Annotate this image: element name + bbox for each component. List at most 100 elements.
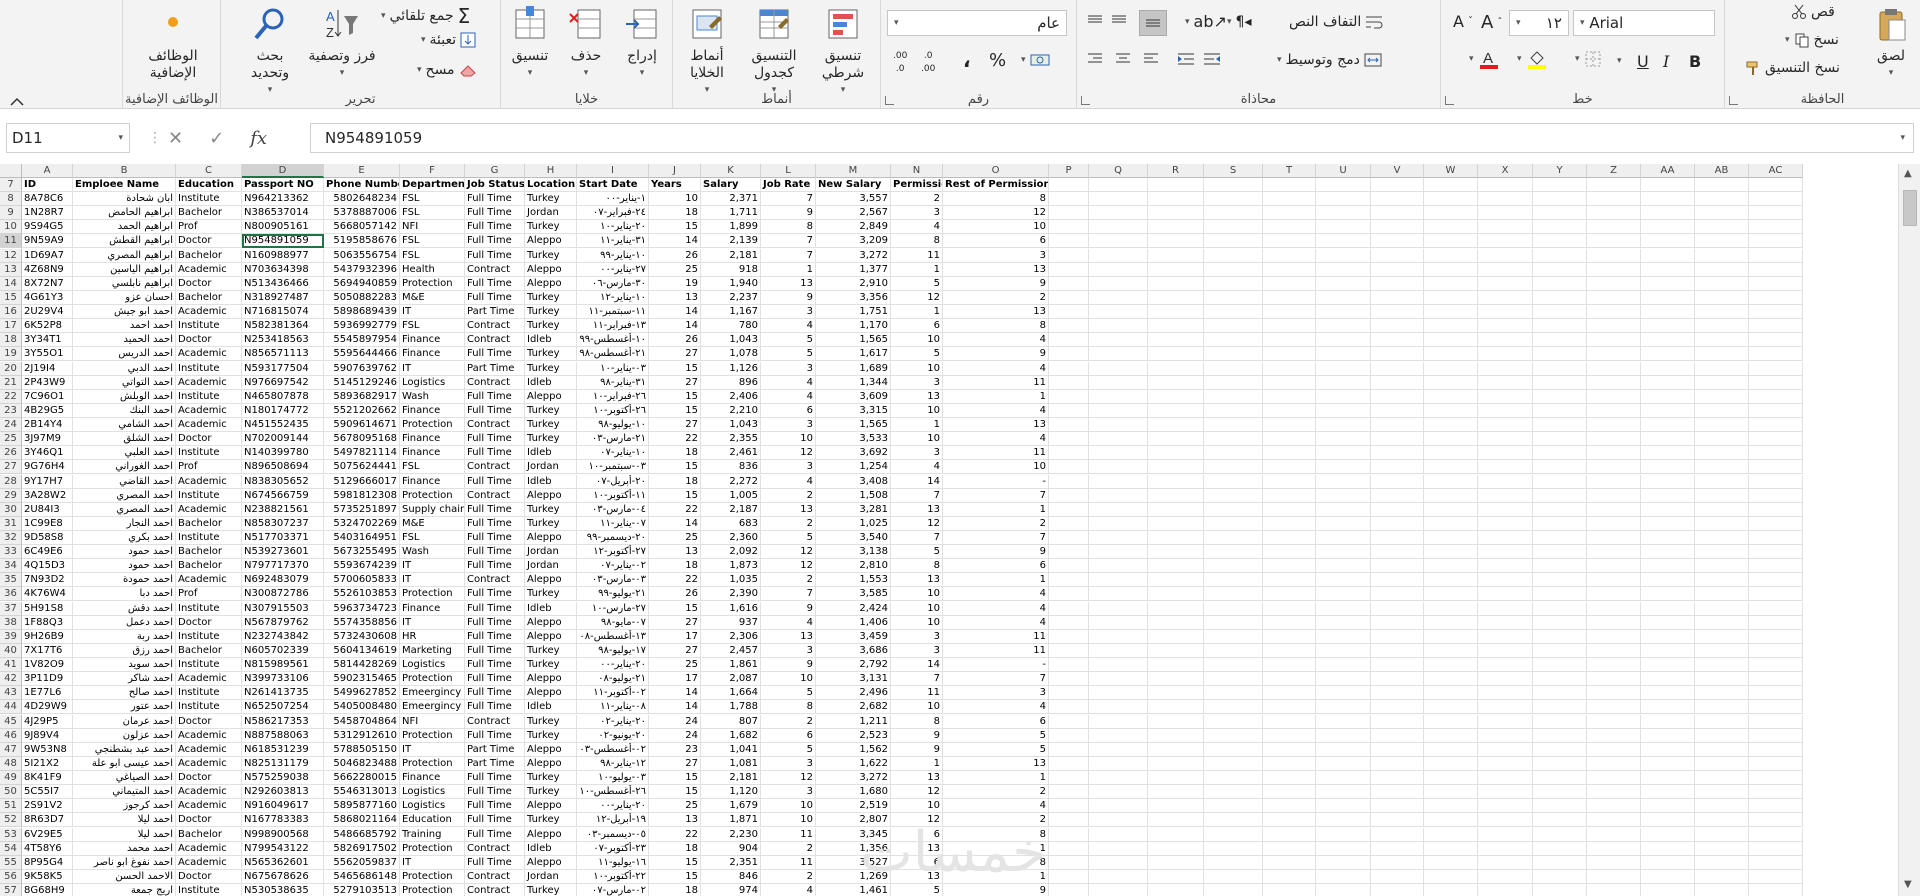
empty-cell[interactable] — [1641, 361, 1695, 376]
empty-cell[interactable] — [1478, 728, 1533, 743]
table-cell[interactable]: N716815074 — [242, 305, 324, 320]
table-cell[interactable]: N140399780 — [242, 446, 324, 461]
empty-cell[interactable] — [1089, 502, 1148, 517]
empty-cell[interactable] — [1749, 771, 1803, 786]
column-title[interactable]: Job Rate — [761, 178, 816, 192]
table-cell[interactable]: 3 — [761, 305, 816, 320]
row-header[interactable]: 23 — [0, 403, 22, 418]
table-cell[interactable]: 18 — [649, 206, 701, 221]
table-cell[interactable]: احسان عزو — [73, 290, 176, 305]
empty-cell[interactable] — [1695, 785, 1749, 800]
table-cell[interactable]: 1,508 — [816, 488, 891, 503]
table-cell[interactable]: Idleb — [525, 333, 577, 348]
table-cell[interactable]: 4J29P5 — [22, 714, 73, 729]
table-cell[interactable]: Contract — [465, 869, 525, 884]
table-cell[interactable]: Contract — [465, 333, 525, 348]
table-cell[interactable]: Doctor — [176, 813, 242, 828]
empty-cell[interactable] — [1641, 587, 1695, 602]
table-cell[interactable]: 3,408 — [816, 474, 891, 489]
merge-center-button[interactable]: ▾ دمج وتوسيط — [1277, 52, 1382, 68]
table-cell[interactable]: Turkey — [525, 728, 577, 743]
empty-cell[interactable] — [1641, 615, 1695, 630]
table-cell[interactable]: Jordan — [525, 460, 577, 475]
empty-cell[interactable] — [1695, 672, 1749, 687]
table-cell[interactable]: ٠٥-ديسمبر-٠٣ — [577, 827, 649, 842]
empty-cell[interactable] — [1533, 248, 1587, 263]
empty-cell[interactable] — [1089, 290, 1148, 305]
table-cell[interactable]: 9W53N8 — [22, 742, 73, 757]
borders-button[interactable]: ▾ — [1575, 50, 1602, 68]
table-cell[interactable]: Institute — [176, 629, 242, 644]
table-cell[interactable]: ١٠-يناير-٠٧ — [577, 446, 649, 461]
table-cell[interactable]: 5499627852 — [324, 686, 400, 701]
comma-style-button[interactable]: ، — [963, 48, 971, 72]
empty-cell[interactable] — [1533, 375, 1587, 390]
table-cell[interactable]: 13 — [943, 756, 1049, 771]
empty-cell[interactable] — [1049, 474, 1089, 489]
empty-cell[interactable] — [1695, 686, 1749, 701]
empty-cell[interactable] — [1695, 545, 1749, 560]
empty-cell[interactable] — [1749, 827, 1803, 842]
table-cell[interactable]: 13 — [761, 276, 816, 291]
table-cell[interactable]: N954891059 — [242, 234, 324, 249]
empty-cell[interactable] — [1263, 884, 1316, 896]
table-cell[interactable]: Institute — [176, 601, 242, 616]
table-cell[interactable]: 17 — [649, 672, 701, 687]
empty-cell[interactable] — [1049, 785, 1089, 800]
table-cell[interactable]: 5546313013 — [324, 785, 400, 800]
empty-cell[interactable] — [1089, 785, 1148, 800]
table-cell[interactable]: احمد دقش — [73, 601, 176, 616]
table-cell[interactable]: 1,126 — [701, 361, 761, 376]
table-cell[interactable]: 3 — [761, 460, 816, 475]
empty-cell[interactable] — [1371, 531, 1424, 545]
empty-cell[interactable] — [1204, 742, 1263, 757]
table-cell[interactable]: 27 — [649, 347, 701, 362]
table-cell[interactable]: N896508694 — [242, 460, 324, 475]
table-cell[interactable]: 4 — [761, 319, 816, 334]
empty-cell[interactable] — [1641, 178, 1695, 192]
empty-cell[interactable] — [1587, 220, 1641, 235]
empty-cell[interactable] — [1695, 432, 1749, 447]
empty-cell[interactable] — [1089, 884, 1148, 896]
table-cell[interactable]: احمد الغوراني — [73, 460, 176, 475]
empty-cell[interactable] — [1371, 248, 1424, 263]
table-cell[interactable]: Turkey — [525, 319, 577, 334]
row-header[interactable]: 10 — [0, 220, 22, 235]
empty-cell[interactable] — [1049, 403, 1089, 418]
empty-cell[interactable] — [1478, 785, 1533, 800]
table-cell[interactable]: Aleppo — [525, 629, 577, 644]
empty-cell[interactable] — [1478, 432, 1533, 447]
empty-cell[interactable] — [1587, 728, 1641, 743]
empty-cell[interactable] — [1049, 643, 1089, 658]
empty-cell[interactable] — [1424, 714, 1478, 729]
table-cell[interactable]: 1,377 — [816, 262, 891, 277]
italic-button[interactable]: I — [1663, 52, 1669, 71]
table-cell[interactable]: 3Y46Q1 — [22, 446, 73, 461]
table-cell[interactable]: 10 — [761, 672, 816, 687]
empty-cell[interactable] — [1478, 629, 1533, 644]
empty-cell[interactable] — [1424, 672, 1478, 687]
table-cell[interactable]: N605702339 — [242, 643, 324, 658]
table-cell[interactable]: 1,025 — [816, 516, 891, 531]
table-cell[interactable]: Idleb — [525, 446, 577, 461]
table-cell[interactable]: Doctor — [176, 771, 242, 786]
empty-cell[interactable] — [1089, 601, 1148, 616]
empty-cell[interactable] — [1263, 531, 1316, 545]
empty-cell[interactable] — [1749, 460, 1803, 475]
empty-cell[interactable] — [1641, 418, 1695, 433]
empty-cell[interactable] — [1204, 573, 1263, 588]
empty-cell[interactable] — [1204, 248, 1263, 263]
empty-cell[interactable] — [1424, 785, 1478, 800]
empty-cell[interactable] — [1371, 446, 1424, 461]
empty-cell[interactable] — [1478, 474, 1533, 489]
table-cell[interactable]: Academic — [176, 573, 242, 588]
table-cell[interactable]: Turkey — [525, 347, 577, 362]
empty-cell[interactable] — [1049, 361, 1089, 376]
empty-cell[interactable] — [1204, 474, 1263, 489]
empty-cell[interactable] — [1478, 573, 1533, 588]
table-cell[interactable]: Academic — [176, 799, 242, 814]
table-cell[interactable]: احمد العلبي — [73, 446, 176, 461]
table-cell[interactable]: ٢٧-أكتوبر-١٢ — [577, 545, 649, 560]
empty-cell[interactable] — [1049, 771, 1089, 786]
table-cell[interactable]: 5895877160 — [324, 799, 400, 814]
